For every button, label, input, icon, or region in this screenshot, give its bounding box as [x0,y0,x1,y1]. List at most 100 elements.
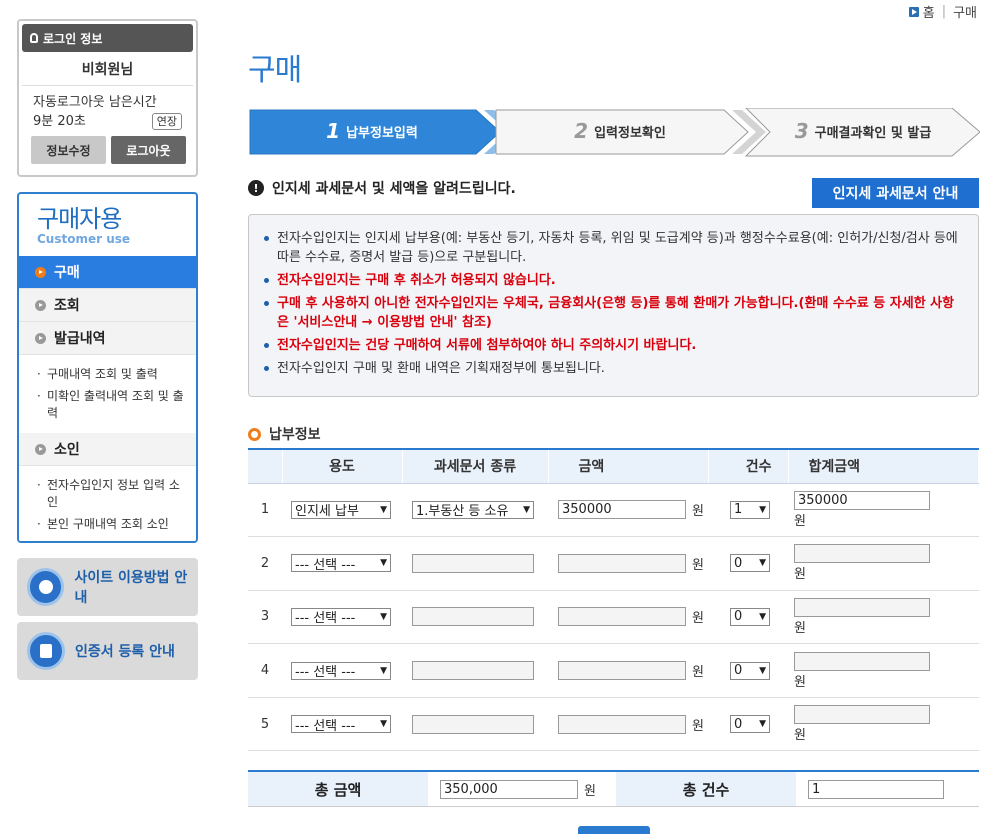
purpose-select[interactable]: --- 선택 --- ▼ [291,715,391,734]
login-header: 로그인 정보 [22,24,193,52]
payment-table: 용도 과세문서 종류 금액 건수 합계금액 1 인지세 납부 ▼ 1.부동산 등 … [248,448,979,752]
next-button[interactable] [578,826,650,834]
sidebar-item-inquiry[interactable]: 조회 [19,289,196,322]
breadcrumb-current: 구매 [953,6,977,21]
tax-info-heading-text: 인지세 과세문서 및 세액을 알려드립니다. [272,181,516,197]
tax-document-guide-button[interactable]: 인지세 과세문서 안내 [812,178,979,208]
stamp-submenu: 전자수입인지 정보 입력 소인 본인 구매내역 조회 소인 [19,466,196,541]
amount-unit: 원 [692,718,704,734]
submenu-purchase-history[interactable]: 구매내역 조회 및 출력 [37,366,188,383]
doc-type-field [412,661,534,681]
count-select-value: 0 [734,609,743,625]
submenu-unconfirmed-output[interactable]: 미확인 출력내역 조회 및 출력 [37,388,188,422]
purpose-select[interactable]: --- 선택 --- ▼ [291,607,391,626]
total-unit: 원 [794,728,806,744]
lock-icon [30,33,38,43]
count-select-value: 0 [734,663,743,679]
count-select-value: 0 [734,555,743,571]
home-icon[interactable] [908,6,919,17]
amount-unit: 원 [692,665,704,681]
row-number: 3 [248,590,282,645]
total-amount-value: 350,000 [440,779,578,799]
doc-type-field [412,714,534,734]
submenu-stamp-own[interactable]: 본인 구매내역 조회 소인 [37,516,188,533]
site-guide-banner[interactable]: 사이트 이용방법 안내 [17,558,198,616]
table-row: 1 인지세 납부 ▼ 1.부동산 등 소유 ▼ 350000 원 1 ▼ 350000 원 [248,483,979,538]
certificate-guide-banner[interactable]: 인증서 등록 안내 [17,622,198,680]
total-amount-field [794,544,930,564]
tax-info-heading: ! 인지세 과세문서 및 세액을 알려드립니다. [248,178,516,198]
notice-item-warning: 전자수입인지는 구매 후 취소가 허용되지 않습니다. [263,271,960,290]
step-3-label: 구매결과확인 및 발급 [814,125,932,141]
purpose-select-value: 인지세 납부 [295,504,359,519]
count-select-value: 0 [734,716,743,732]
total-unit: 원 [794,567,806,583]
home-link[interactable]: 홈 [923,2,935,21]
amount-input[interactable] [558,714,686,734]
sidebar-item-stamp[interactable]: 소인 [19,433,196,466]
arrow-bullet-icon [35,266,46,278]
amount-unit: 원 [692,557,704,573]
table-row: 2 --- 선택 --- ▼ 원 0 ▼ 원 [248,536,979,591]
notice-item: 전자수입인지 구매 및 환매 내역은 기획재정부에 통보됩니다. [263,359,960,378]
count-select[interactable]: 0 ▼ [730,715,770,734]
doc-type-select[interactable]: 1.부동산 등 소유 ▼ [412,500,534,519]
count-select[interactable]: 0 ▼ [730,607,770,626]
amount-input[interactable]: 350000 [558,500,686,520]
total-amount-unit: 원 [584,783,596,799]
table-row: 4 --- 선택 --- ▼ 원 0 ▼ 원 [248,643,979,698]
count-select[interactable]: 1 ▼ [730,500,770,519]
timer-value: 9분 20초 [33,114,86,129]
chevron-down-icon: ▼ [380,558,387,569]
sidebar-item-label: 발급내역 [54,331,106,347]
timer-label: 자동로그아웃 남은시간 [33,95,157,110]
doc-type-select-value: 1.부동산 등 소유 [416,504,509,519]
amount-input[interactable] [558,661,686,681]
menu-title-ko: 구매자용 [37,205,122,233]
col-header-count: 건수 [708,449,789,484]
extend-button[interactable]: 연장 [151,113,182,130]
sidebar-item-purchase[interactable]: 구매 [19,256,196,289]
purpose-select[interactable]: --- 선택 --- ▼ [291,661,391,680]
chevron-down-icon: ▼ [380,611,387,622]
purpose-select-value: --- 선택 --- [295,557,356,573]
total-unit: 원 [794,674,806,690]
arrow-bullet-icon [35,299,46,311]
progress-steps: 1 납부정보입력 2 입력정보확인 3 구매결과확인 및 발급 [248,108,980,158]
col-header-no [248,449,283,484]
purpose-select-value: --- 선택 --- [295,718,356,734]
purpose-select[interactable]: --- 선택 --- ▼ [291,554,391,573]
chevron-down-icon: ▼ [759,558,766,569]
payment-section-heading: 납부정보 [248,424,321,444]
edit-info-button[interactable]: 정보수정 [31,136,106,164]
amount-input[interactable] [558,553,686,573]
submenu-stamp-input[interactable]: 전자수입인지 정보 입력 소인 [37,477,188,511]
count-select[interactable]: 0 ▼ [730,661,770,680]
total-unit: 원 [794,513,806,529]
doc-type-field [412,607,534,627]
col-header-doc-type: 과세문서 종류 [402,449,549,484]
chevron-down-icon: ▼ [759,504,766,515]
site-guide-label: 사이트 이용방법 안내 [74,570,188,606]
purpose-select[interactable]: 인지세 납부 ▼ [291,500,391,519]
menu-title: 구매자용 Customer use [19,194,196,256]
sidebar-item-label: 소인 [54,442,80,458]
page-title: 구매 [248,53,302,88]
amount-input[interactable] [558,607,686,627]
total-amount-field [794,651,930,671]
chevron-down-icon: ▼ [380,504,387,515]
top-breadcrumb: 홈 | 구매 [908,2,977,21]
step-1-number: 1 [326,119,341,143]
ring-bullet-icon [248,427,261,441]
count-select-value: 1 [734,502,743,518]
count-select[interactable]: 0 ▼ [730,554,770,573]
logout-button[interactable]: 로그아웃 [111,136,186,164]
row-number: 2 [248,536,282,591]
notice-box: 전자수입인지는 인지세 납부용(예: 부동산 등기, 자동차 등록, 위임 및 … [248,214,979,397]
row-number: 4 [248,643,282,698]
purpose-select-value: --- 선택 --- [295,665,356,680]
exclamation-icon: ! [248,180,264,196]
sidebar-item-issue-history[interactable]: 발급내역 [19,322,196,355]
col-header-total: 합계금액 [788,449,979,484]
table-row: 5 --- 선택 --- ▼ 원 0 ▼ 원 [248,697,979,752]
